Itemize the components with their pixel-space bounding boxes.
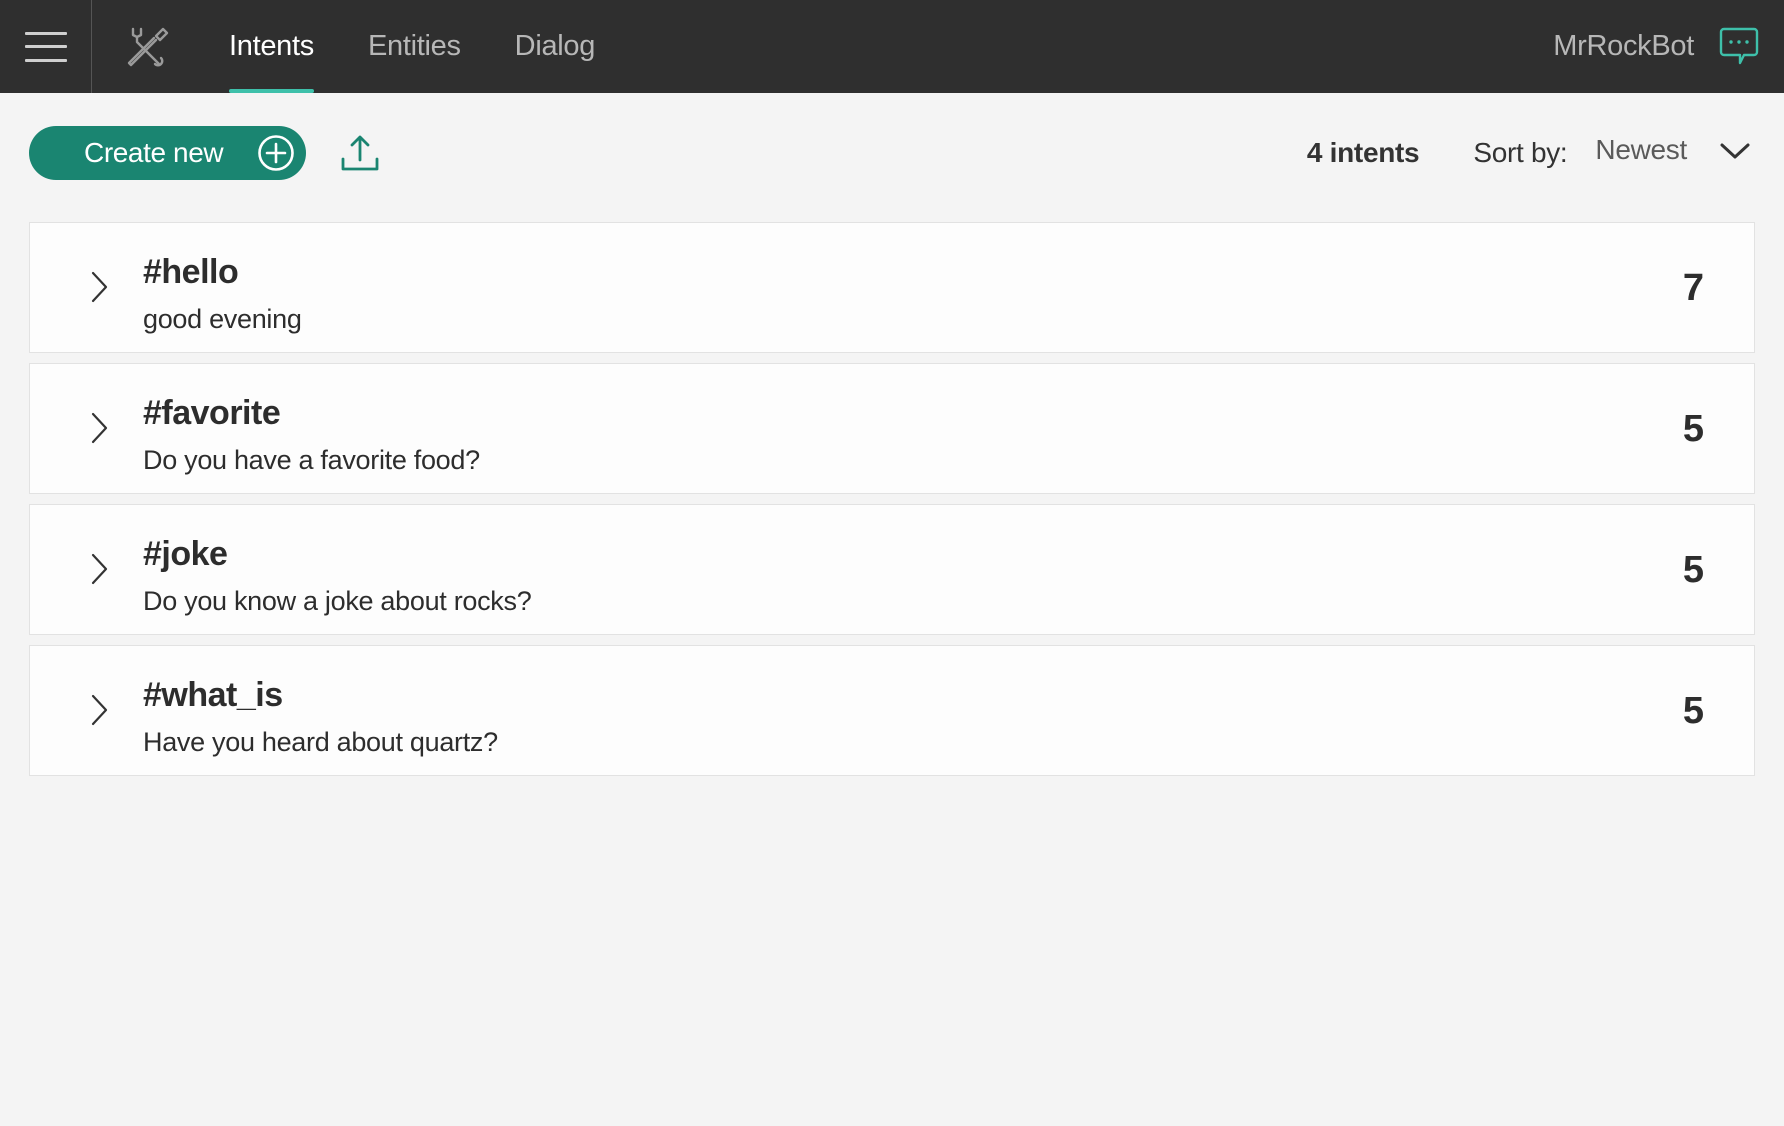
chat-bubble-icon[interactable] bbox=[1718, 0, 1760, 93]
intent-name: #joke bbox=[143, 535, 228, 573]
top-navigation-bar: Intents Entities Dialog MrRockBot bbox=[0, 0, 1784, 93]
intent-example: Have you heard about quartz? bbox=[143, 727, 498, 757]
intent-row[interactable]: #favorite Do you have a favorite food? 5 bbox=[29, 363, 1755, 494]
intent-count: 4 intents bbox=[1306, 137, 1420, 168]
sort-select[interactable]: Newest bbox=[1595, 134, 1755, 166]
tab-intents[interactable]: Intents bbox=[202, 0, 341, 93]
upload-icon[interactable] bbox=[340, 133, 380, 173]
main-tabs: Intents Entities Dialog bbox=[202, 0, 622, 93]
sort-by-label: Sort by: bbox=[1473, 137, 1568, 168]
chevron-right-icon[interactable] bbox=[89, 552, 109, 591]
chevron-right-icon[interactable] bbox=[89, 411, 109, 450]
tools-icon[interactable] bbox=[92, 0, 202, 93]
hamburger-menu-icon bbox=[24, 31, 67, 62]
intent-name: #favorite bbox=[143, 394, 281, 432]
intent-example: Do you know a joke about rocks? bbox=[143, 586, 532, 616]
tab-dialog[interactable]: Dialog bbox=[488, 0, 622, 93]
intent-example-count: 5 bbox=[1682, 690, 1704, 732]
sort-value: Newest bbox=[1595, 134, 1687, 165]
bot-name: MrRockBot bbox=[1553, 30, 1694, 62]
hamburger-menu-button[interactable] bbox=[0, 0, 92, 93]
create-new-button[interactable]: Create new bbox=[29, 126, 306, 180]
intent-row[interactable]: #joke Do you know a joke about rocks? 5 bbox=[29, 504, 1755, 635]
plus-circle-icon bbox=[257, 134, 295, 179]
intent-example: good evening bbox=[143, 304, 302, 334]
intent-name: #hello bbox=[143, 253, 239, 291]
intent-row[interactable]: #what_is Have you heard about quartz? 5 bbox=[29, 645, 1755, 776]
intents-toolbar: Create new 4 intents Sort by: Newest bbox=[29, 126, 1755, 180]
intent-example: Do you have a favorite food? bbox=[143, 445, 480, 475]
intent-list: #hello good evening 7 #favorite Do you h… bbox=[29, 222, 1755, 786]
intent-example-count: 7 bbox=[1682, 267, 1704, 309]
create-new-label: Create new bbox=[84, 137, 224, 168]
tab-entities[interactable]: Entities bbox=[341, 0, 488, 93]
chevron-down-icon bbox=[1719, 141, 1751, 166]
intent-name: #what_is bbox=[143, 676, 283, 714]
intent-row[interactable]: #hello good evening 7 bbox=[29, 222, 1755, 353]
intent-example-count: 5 bbox=[1682, 549, 1704, 591]
intent-example-count: 5 bbox=[1682, 408, 1704, 450]
chevron-right-icon[interactable] bbox=[89, 270, 109, 309]
chevron-right-icon[interactable] bbox=[89, 693, 109, 732]
